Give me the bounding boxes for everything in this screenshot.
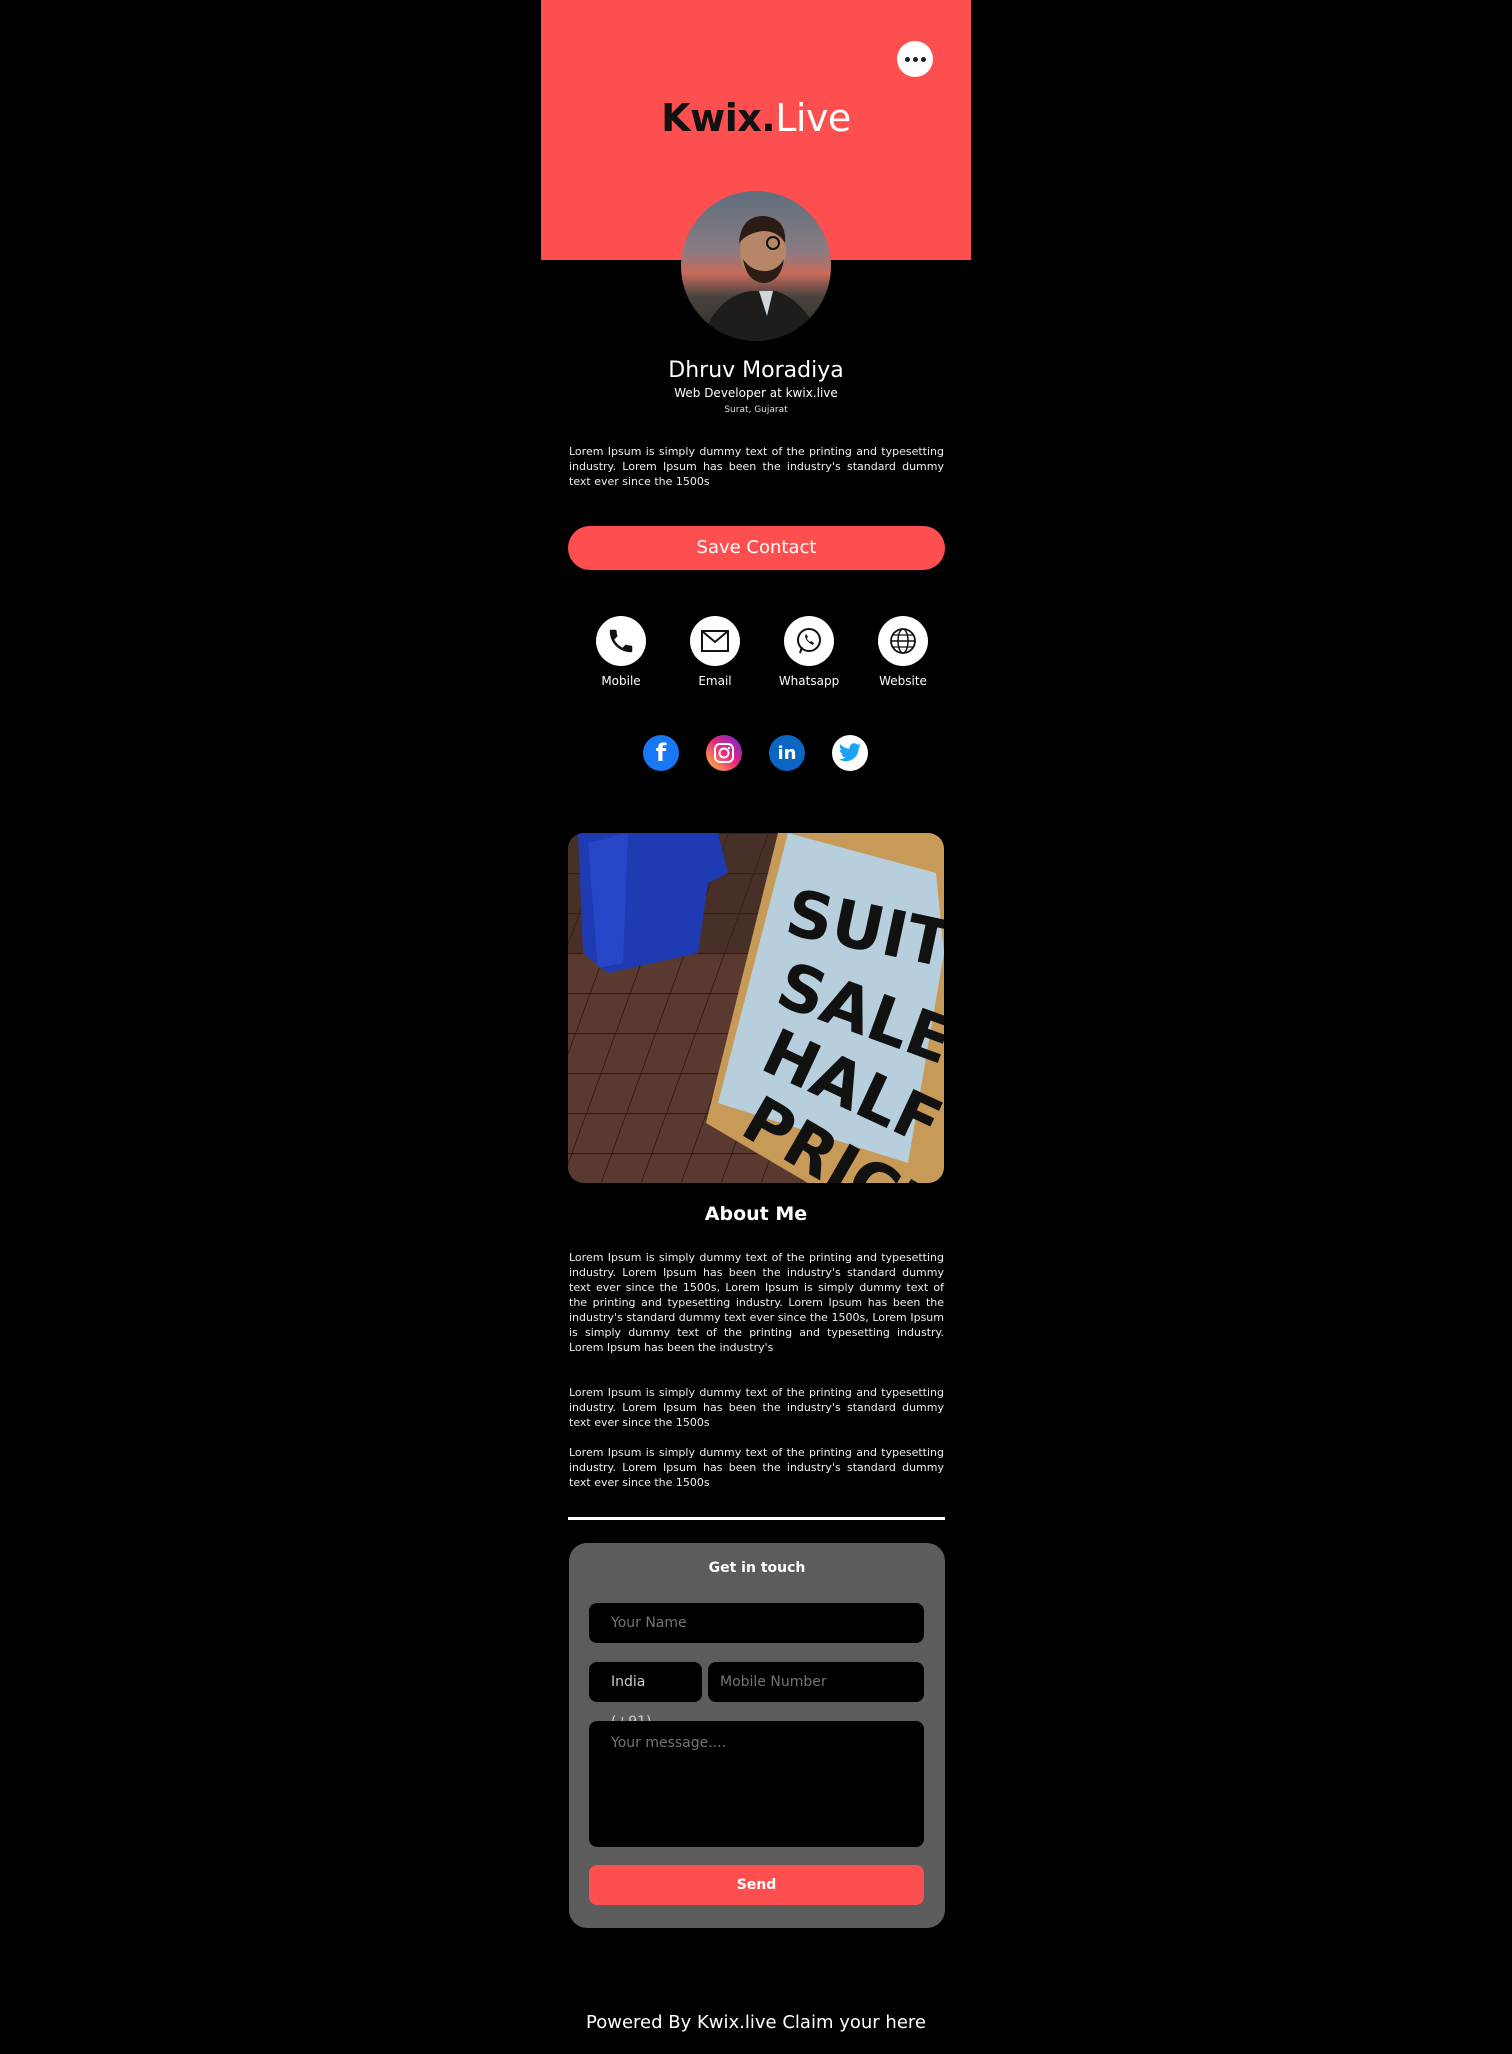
phone-icon (596, 616, 646, 666)
avatar (681, 191, 831, 341)
footer-text[interactable]: Powered By Kwix.live Claim your here (541, 2012, 971, 2033)
message-textarea[interactable] (589, 1721, 924, 1847)
about-paragraph: Lorem Ipsum is simply dummy text of the … (569, 1386, 944, 1429)
name-input[interactable] (589, 1603, 924, 1643)
brand-logo: Kwix.Live (661, 96, 851, 140)
twitter-icon[interactable] (832, 735, 868, 771)
form-title: Get in touch (708, 1560, 806, 1576)
save-contact-button[interactable]: Save Contact (568, 526, 945, 570)
about-paragraph: Lorem Ipsum is simply dummy text of the … (569, 1251, 944, 1354)
country-code-select[interactable]: India (+91) (589, 1662, 702, 1730)
send-button[interactable]: Send (589, 1865, 924, 1905)
about-paragraph: Lorem Ipsum is simply dummy text of the … (569, 1446, 944, 1489)
social-links: f in (643, 735, 869, 773)
gallery-image: SUIT SALE HALF PRICE (568, 833, 944, 1183)
more-options-button[interactable] (897, 41, 933, 77)
dot-icon (920, 56, 926, 62)
dot-icon (912, 56, 918, 62)
linkedin-icon[interactable]: in (769, 735, 805, 771)
action-whatsapp[interactable]: Whatsapp (769, 616, 849, 688)
envelope-icon (690, 616, 740, 666)
mobile-number-input[interactable] (708, 1662, 924, 1702)
profile-intro: Lorem Ipsum is simply dummy text of the … (569, 445, 944, 488)
contact-actions: Mobile Email Whatsapp Website (581, 616, 931, 696)
contact-form: Get in touch India (+91) Send (569, 1543, 945, 1928)
about-title: About Me (704, 1203, 808, 1225)
profile-location: Surat, Gujarat (724, 405, 788, 415)
profile-card: Kwix.Live Dhruv Moradiya Web Developer a… (541, 0, 971, 2054)
globe-icon (878, 616, 928, 666)
dot-icon (904, 56, 910, 62)
action-website[interactable]: Website (863, 616, 943, 688)
section-divider (568, 1517, 945, 1520)
action-email[interactable]: Email (675, 616, 755, 688)
profile-role: Web Developer at kwix.live (674, 386, 838, 400)
instagram-icon[interactable] (706, 735, 742, 771)
whatsapp-icon (784, 616, 834, 666)
profile-name: Dhruv Moradiya (668, 358, 844, 383)
facebook-icon[interactable]: f (643, 735, 679, 771)
action-mobile[interactable]: Mobile (581, 616, 661, 688)
